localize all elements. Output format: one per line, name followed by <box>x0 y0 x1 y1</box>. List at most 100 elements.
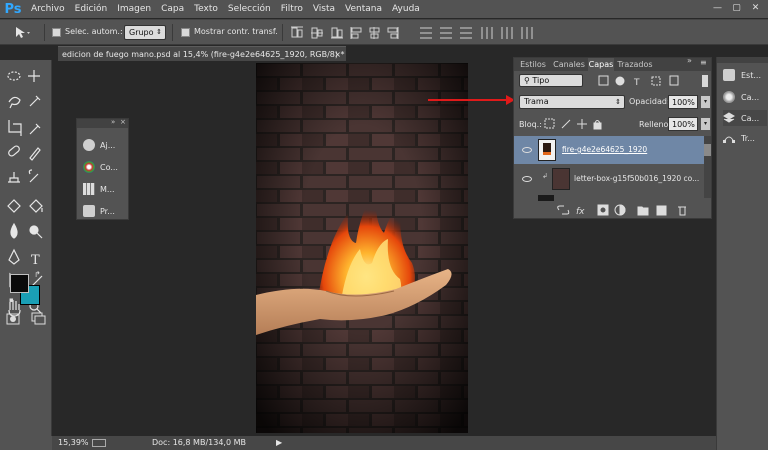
layer-action-icons[interactable]: fx <box>554 204 704 216</box>
menu-texto[interactable]: Texto <box>189 0 223 18</box>
right-panel-dock: Est... Ca... Ca... Tr... <box>716 57 768 450</box>
menu-ventana[interactable]: Ventana <box>340 0 387 18</box>
foreground-color-swatch[interactable] <box>10 274 29 293</box>
close-tab-icon[interactable]: × <box>334 47 341 62</box>
menu-archivo[interactable]: Archivo <box>26 0 70 18</box>
menu-filtro[interactable]: Filtro <box>276 0 308 18</box>
dock-item-layers[interactable]: Ca... <box>723 110 767 126</box>
swatches-grid-icon <box>83 183 95 195</box>
svg-text:T: T <box>633 78 640 87</box>
auto-select-value: Grupo <box>129 28 154 37</box>
close-window-button[interactable]: ✕ <box>749 2 762 14</box>
zoom-level[interactable]: 15,39% <box>58 436 89 450</box>
status-bar: 15,39% Doc: 16,8 MB/134,0 MB ▶ <box>52 436 716 450</box>
layers-icon <box>723 112 735 123</box>
adjustments-icon <box>83 139 95 151</box>
tab-canales[interactable]: Canales <box>551 58 587 71</box>
fill-input[interactable]: 100% <box>668 117 698 131</box>
panel-item-swatches[interactable]: M... <box>83 182 127 196</box>
default-colors-icon[interactable]: ▪ <box>9 296 14 304</box>
dock-item-layers-label: Ca... <box>741 113 760 123</box>
tab-estilos[interactable]: Estilos <box>516 58 550 71</box>
panel-item-properties[interactable]: Pr... <box>83 204 127 218</box>
canvas-artwork <box>256 63 468 433</box>
maximize-button[interactable]: ▢ <box>730 2 743 14</box>
swap-colors-icon[interactable]: ↱ <box>34 270 41 279</box>
layer-row[interactable]: ↲ letter-box-g15f50b016_1920 co... <box>514 165 704 193</box>
paths-icon <box>723 136 735 143</box>
move-brush-text-tools[interactable] <box>26 60 52 320</box>
dock-item-paths[interactable]: Tr... <box>723 130 767 146</box>
layer-thumbnail <box>552 168 570 190</box>
layers-scrollbar[interactable] <box>704 136 711 198</box>
layer-thumbnail-partial <box>538 195 554 201</box>
dock-item-channels[interactable]: Ca... <box>723 89 767 105</box>
transform-controls-checkbox[interactable] <box>181 28 190 37</box>
panel-item-color-label: Co... <box>100 162 118 172</box>
panel-item-adjustments-label: Aj... <box>100 140 116 150</box>
layers-panel: Estilos Canales Capas Trazados ≡ » ⚲ Tip… <box>513 56 712 219</box>
tab-capas[interactable]: Capas <box>588 58 614 71</box>
auto-select-dropdown[interactable]: Grupo ⇕ <box>124 25 166 40</box>
move-tool-preset-icon[interactable] <box>14 26 30 40</box>
blend-mode-value: Trama <box>524 97 549 106</box>
menu-seleccion[interactable]: Selección <box>223 0 276 18</box>
filter-kind-icons[interactable]: T <box>598 75 698 87</box>
color-palette-icon <box>83 161 95 173</box>
auto-select-checkbox[interactable] <box>52 28 61 37</box>
fill-chevron-icon[interactable]: ▾ <box>701 118 710 130</box>
preview-icon[interactable] <box>92 439 106 447</box>
options-bar: Selec. autom.: Grupo ⇕ Mostrar contr. tr… <box>0 19 768 45</box>
panel-item-properties-label: Pr... <box>100 206 115 216</box>
opacity-input[interactable]: 100% <box>668 95 698 109</box>
layer-filter-label: Tipo <box>532 76 550 85</box>
document-tab-title: edicion de fuego mano.psd al 15,4% (fire… <box>62 50 345 59</box>
layer-filter-dropdown[interactable]: ⚲ Tipo <box>519 74 583 87</box>
layer-name: fire-g4e2e64625_1920 <box>562 145 648 154</box>
styles-icon <box>723 69 735 81</box>
minimize-button[interactable]: — <box>711 2 724 14</box>
close-panel-icon[interactable]: × <box>120 118 126 126</box>
tools-panel: T ↱ ▪ <box>0 60 52 440</box>
menu-vista[interactable]: Vista <box>308 0 340 18</box>
opacity-chevron-icon[interactable]: ▾ <box>701 96 710 108</box>
collapse-layers-icon[interactable]: » <box>687 56 692 65</box>
layer-name: letter-box-g15f50b016_1920 co... <box>574 174 700 183</box>
layer-row[interactable]: fire-g4e2e64625_1920 <box>514 136 704 164</box>
chevron-updown-icon: ⇕ <box>156 28 162 36</box>
adjustments-mini-panel: » × Aj... Co... M... Pr... <box>76 118 129 220</box>
menu-capa[interactable]: Capa <box>156 0 189 18</box>
panel-item-color[interactable]: Co... <box>83 160 127 174</box>
properties-icon <box>83 205 95 217</box>
filter-toggle-switch[interactable] <box>702 75 708 87</box>
dock-item-paths-label: Tr... <box>741 133 755 143</box>
dock-item-styles[interactable]: Est... <box>723 67 767 83</box>
fill-label: Relleno: <box>639 120 672 129</box>
dock-item-channels-label: Ca... <box>741 92 760 102</box>
transform-controls-label: Mostrar contr. transf. <box>194 27 278 36</box>
svg-text:fx: fx <box>576 207 585 216</box>
visibility-eye-icon[interactable] <box>522 147 532 153</box>
menu-edicion[interactable]: Edición <box>70 0 113 18</box>
clip-indicator-icon: ↲ <box>542 172 548 180</box>
quick-mask-icon[interactable] <box>6 312 46 328</box>
status-menu-arrow-icon[interactable]: ▶ <box>276 436 282 450</box>
collapse-panel-icon[interactable]: » <box>111 118 115 126</box>
document-canvas[interactable] <box>256 63 468 433</box>
document-tab[interactable]: edicion de fuego mano.psd al 15,4% (fire… <box>58 46 346 61</box>
chevron-updown-icon: ⇕ <box>615 98 621 106</box>
dock-item-styles-label: Est... <box>741 70 761 80</box>
tab-trazados[interactable]: Trazados <box>615 58 655 71</box>
menu-imagen[interactable]: Imagen <box>112 0 156 18</box>
toolbar-footer <box>0 436 52 450</box>
auto-select-label: Selec. autom.: <box>65 27 123 36</box>
panel-menu-icon[interactable]: ≡ <box>700 58 707 67</box>
lock-icons[interactable] <box>544 118 604 130</box>
photoshop-logo: Ps <box>4 1 22 17</box>
align-distribute-icons[interactable] <box>290 26 650 40</box>
visibility-eye-icon[interactable] <box>522 176 532 182</box>
blend-mode-dropdown[interactable]: Trama ⇕ <box>519 95 625 109</box>
menu-ayuda[interactable]: Ayuda <box>387 0 425 18</box>
panel-item-adjustments[interactable]: Aj... <box>83 138 127 152</box>
layer-thumbnail <box>538 139 556 161</box>
